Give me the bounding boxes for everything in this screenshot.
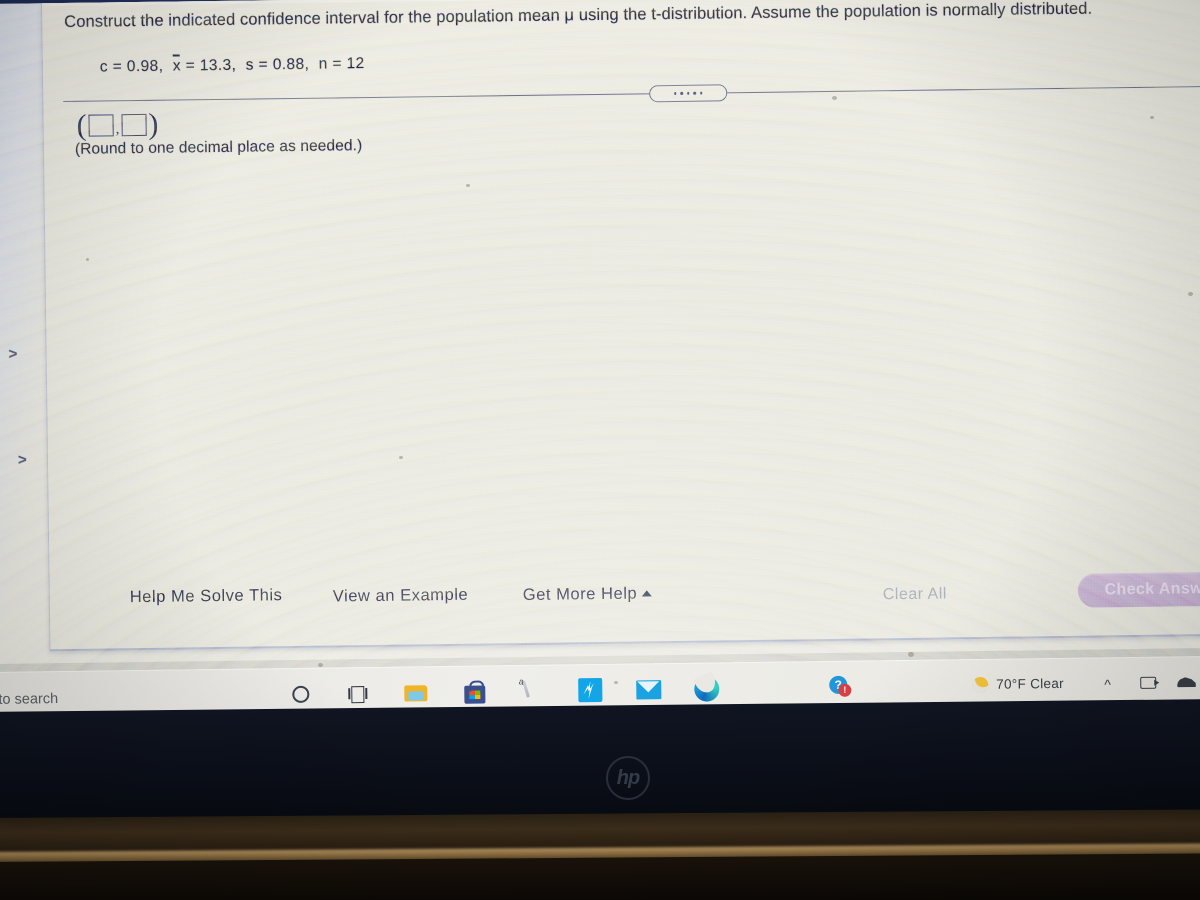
task-view-left-bar xyxy=(348,687,351,699)
help-alert-icon[interactable] xyxy=(826,673,854,701)
get-more-help-label: Get More Help xyxy=(522,584,638,605)
weather-status[interactable]: 70°F Clear xyxy=(996,676,1064,692)
exercise-panel: Construct the indicated confidence inter… xyxy=(40,0,1200,652)
microsoft-edge-icon[interactable] xyxy=(692,674,720,702)
expand-ellipsis-button[interactable] xyxy=(649,84,728,103)
desk-surface xyxy=(0,853,1200,900)
moon-glyph xyxy=(969,674,991,696)
dot-5 xyxy=(700,91,703,95)
mail-glyph xyxy=(636,680,661,699)
store-glyph xyxy=(464,680,485,703)
app-blue-icon[interactable] xyxy=(576,676,604,704)
projector-icon[interactable] xyxy=(1134,669,1162,697)
dot-4 xyxy=(693,91,697,95)
help-me-solve-this-button[interactable]: Help Me Solve This xyxy=(130,586,283,607)
problem-statement: Construct the indicated confidence inter… xyxy=(64,0,1093,31)
task-view-icon[interactable] xyxy=(344,679,372,707)
rounding-note: (Round to one decimal place as needed.) xyxy=(74,137,363,158)
photo-scene: Construct the indicated confidence inter… xyxy=(0,0,1200,900)
stdev-label: s = xyxy=(245,56,269,74)
app-blue-glyph xyxy=(578,677,603,703)
stdev-value: 0.88 xyxy=(272,55,305,74)
hp-logo: hp xyxy=(606,756,650,800)
file-explorer-icon[interactable] xyxy=(402,678,430,706)
givens-comma-3: , xyxy=(304,55,310,73)
answer-interval: ( , ) xyxy=(75,107,159,142)
upper-bound-input[interactable] xyxy=(121,113,147,137)
dot-1 xyxy=(673,92,677,95)
cortana-icon[interactable] xyxy=(286,680,314,708)
projector-glyph xyxy=(1140,676,1157,689)
dot-3 xyxy=(686,92,690,95)
interval-separator: , xyxy=(115,120,120,137)
microsoft-store-icon[interactable] xyxy=(460,677,488,705)
get-more-help-button[interactable]: Get More Help xyxy=(523,584,653,605)
search-input[interactable]: e to search xyxy=(0,691,58,708)
cortana-ring xyxy=(291,685,309,703)
cloud-icon[interactable] xyxy=(1172,668,1200,696)
lower-bound-input[interactable] xyxy=(88,114,114,137)
section-divider xyxy=(63,86,1200,102)
caret-up-icon xyxy=(642,590,653,597)
cloud-glyph xyxy=(1177,677,1196,687)
chevron-up-icon[interactable]: ^ xyxy=(1104,676,1111,692)
confidence-value: 0.98 xyxy=(126,57,159,76)
clear-all-button[interactable]: Clear All xyxy=(883,585,947,604)
laptop-screen: Construct the indicated confidence inter… xyxy=(0,0,1200,760)
bolt-glyph xyxy=(586,681,593,699)
sample-mean-value: 13.3 xyxy=(199,56,232,75)
mail-icon[interactable] xyxy=(634,675,662,703)
margin-marker-2[interactable]: > xyxy=(18,452,27,469)
margin-marker-1[interactable]: > xyxy=(8,346,17,363)
file-explorer-glyph xyxy=(404,683,428,702)
sample-mean-symbol: x xyxy=(172,54,182,75)
sample-mean-label: x xyxy=(172,57,182,75)
confidence-label: c = xyxy=(99,58,123,76)
sample-size-value: 12 xyxy=(346,55,365,73)
moon-icon xyxy=(966,671,994,699)
help-badge-glyph xyxy=(829,676,851,698)
check-answer-button[interactable]: Check Answer xyxy=(1077,571,1200,608)
problem-givens: c = 0.98, x = 13.3, s = 0.88, n = 12 xyxy=(99,54,365,76)
view-an-example-button[interactable]: View an Example xyxy=(333,586,469,607)
pen-superscript: a xyxy=(517,676,525,687)
open-paren: ( xyxy=(76,108,87,142)
givens-comma-1: , xyxy=(158,57,164,75)
equals-1: = xyxy=(185,57,196,75)
task-view-glyph xyxy=(348,685,368,700)
store-tiles xyxy=(468,690,480,700)
close-paren: ) xyxy=(148,107,159,141)
pen-glyph: a xyxy=(517,676,546,704)
edge-glyph xyxy=(693,675,719,702)
dot-2 xyxy=(680,92,683,95)
pen-icon[interactable]: a xyxy=(517,676,546,705)
overbar xyxy=(172,54,180,57)
laptop-bezel xyxy=(0,699,1200,828)
sample-size-label: n = xyxy=(318,55,342,73)
givens-comma-2: , xyxy=(231,56,237,74)
screenshot-root: Construct the indicated confidence inter… xyxy=(0,0,1200,900)
action-row: Help Me Solve This View an Example Get M… xyxy=(50,566,1200,625)
